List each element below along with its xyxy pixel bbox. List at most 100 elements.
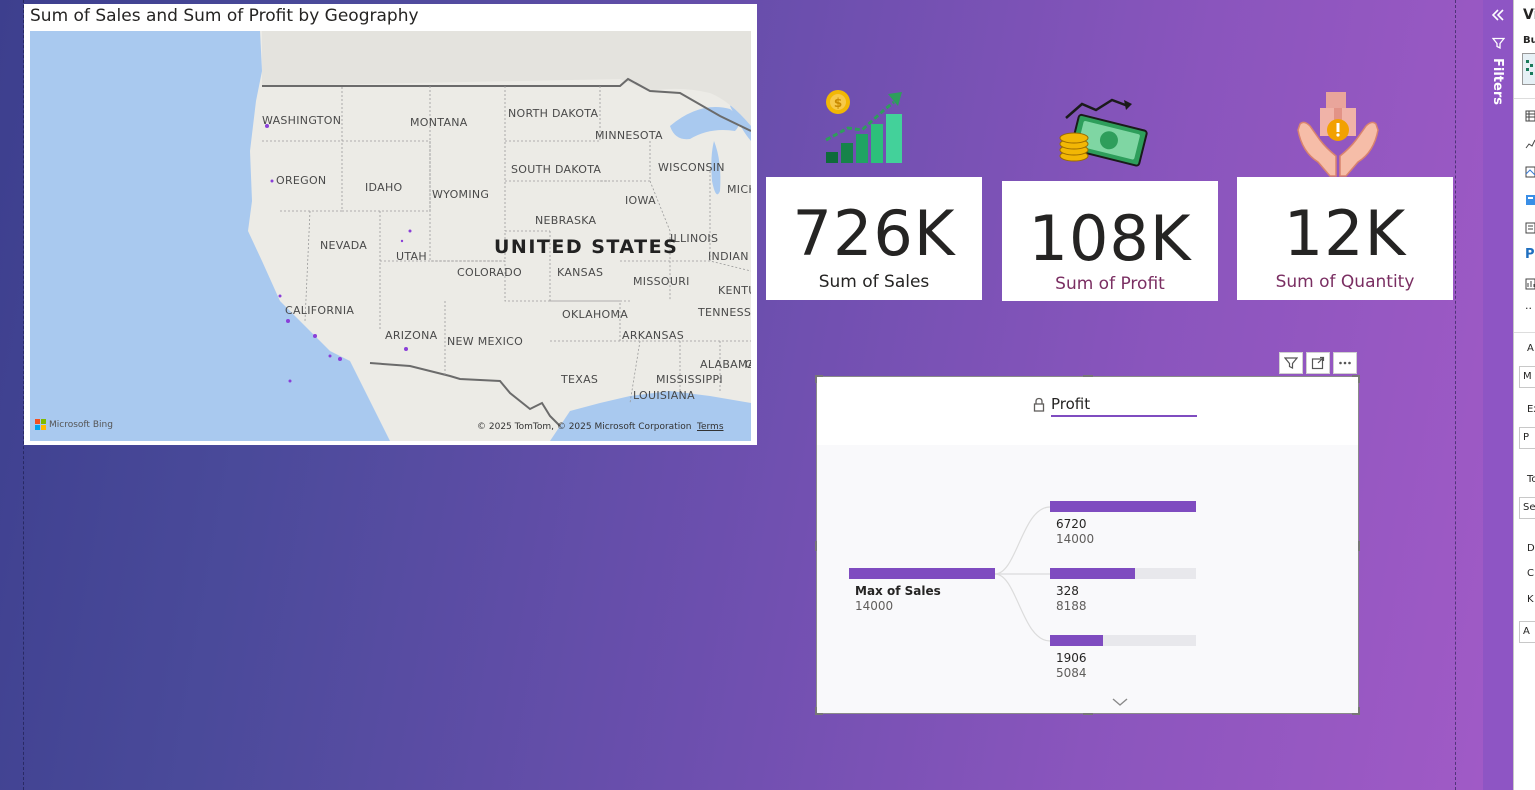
child-bar-1[interactable] — [1050, 501, 1196, 512]
map-visual-icon[interactable] — [1525, 166, 1535, 178]
filters-pane[interactable]: Filters — [1483, 0, 1513, 790]
child-node-1-sub: 14000 — [1056, 532, 1095, 546]
kpi-value-sales: 726K — [792, 197, 956, 270]
resize-handle-br-v[interactable] — [1358, 707, 1360, 715]
filters-pane-label[interactable]: Filters — [1490, 58, 1505, 105]
child-node-3-sub: 5084 — [1056, 666, 1087, 680]
map-state-label: NEBRASKA — [535, 214, 597, 227]
map-state-label: WYOMING — [432, 188, 490, 201]
map-terms-link[interactable]: Terms — [697, 422, 724, 432]
resize-handle-left[interactable] — [815, 541, 817, 551]
map-state-label: ARKANSAS — [622, 329, 685, 342]
viz-section-1: A — [1527, 343, 1534, 354]
decomposition-tree-visual-icon[interactable] — [1525, 194, 1535, 206]
kpi-card-quantity[interactable]: 12K Sum of Quantity — [1237, 177, 1453, 300]
filter-funnel-icon — [1492, 37, 1505, 50]
map-state-label: INDIAN — [708, 250, 749, 263]
collapse-double-chevron-icon[interactable] — [1491, 8, 1505, 22]
child-node-2-sub: 8188 — [1056, 599, 1087, 613]
child-bar-1-fill — [1050, 501, 1196, 512]
bing-logo: Microsoft Bing — [35, 419, 113, 430]
map-state-label: KANSAS — [557, 266, 604, 279]
map-title: Sum of Sales and Sum of Profit by Geogra… — [30, 6, 419, 26]
child-bar-3[interactable] — [1050, 635, 1196, 646]
map-state-label: UTAH — [396, 250, 427, 263]
root-node-value: 14000 — [855, 599, 894, 613]
map-state-label: OKLAHOMA — [562, 308, 629, 321]
more-options-button[interactable] — [1333, 352, 1357, 374]
kpi-label-quantity: Sum of Quantity — [1275, 272, 1415, 292]
map-state-label: WISCONSIN — [658, 161, 725, 174]
filter-icon — [1284, 357, 1298, 369]
map-state-label: MICH — [727, 183, 751, 196]
viz-section-6: K — [1527, 594, 1534, 605]
map-state-label: NEVADA — [320, 239, 368, 252]
more-visuals-icon[interactable]: ·· — [1525, 302, 1532, 315]
resize-handle-tl-v[interactable] — [815, 375, 817, 383]
kpi-value-profit: 108K — [1028, 202, 1192, 275]
viz-field-4[interactable]: A — [1519, 621, 1535, 643]
decomposition-tree-visual[interactable]: Profit Max of Sales 14000 6720 14000 328… — [815, 375, 1360, 715]
root-bar[interactable] — [849, 568, 995, 579]
focus-mode-icon — [1311, 356, 1325, 370]
resize-handle-right[interactable] — [1358, 541, 1360, 551]
map-state-label: TENNESSE — [698, 306, 751, 319]
ellipsis-icon — [1339, 361, 1351, 365]
map-state-label: ALABAMA — [700, 358, 751, 371]
line-chart-visual-icon[interactable] — [1525, 138, 1535, 150]
map-state-label: MONTANA — [410, 116, 468, 129]
map-visual[interactable]: Sum of Sales and Sum of Profit by Geogra… — [24, 4, 757, 445]
kpi-value-quantity: 12K — [1283, 197, 1407, 270]
hands-box-icon — [1297, 92, 1379, 177]
root-bar-fill — [849, 568, 995, 579]
resize-handle-top[interactable] — [1083, 375, 1093, 377]
map-state-label: COLORADO — [457, 266, 522, 279]
viz-section-5: C — [1527, 568, 1534, 579]
resize-handle-bl-v[interactable] — [815, 707, 817, 715]
map-state-label: MINNESOTA — [595, 129, 663, 142]
cash-coins-icon — [1059, 98, 1148, 167]
map-country-label: UNITED STATES — [494, 236, 679, 258]
viz-section-2: Ex — [1527, 404, 1535, 415]
viz-section-4: D — [1527, 543, 1535, 554]
child-bar-2-fill — [1050, 568, 1135, 579]
resize-handle-tr-v[interactable] — [1358, 375, 1360, 383]
map-state-label: MISSISSIPPI — [656, 373, 723, 386]
resize-handle-bottom[interactable] — [1083, 713, 1093, 715]
map-state-label: LOUISIANA — [633, 389, 695, 402]
child-bar-2[interactable] — [1050, 568, 1196, 579]
map-canvas[interactable]: WASHINGTON MONTANA NORTH DAKOTA MINNESOTA OR… — [30, 31, 751, 441]
root-node-name: Max of Sales — [855, 584, 941, 598]
viz-field-2[interactable]: P — [1519, 427, 1535, 449]
map-state-label: MISSOURI — [633, 275, 690, 288]
focus-mode-button[interactable] — [1306, 352, 1330, 374]
kpi-card-sales[interactable]: 726K Sum of Sales — [766, 177, 982, 300]
visual-header-toolbar — [1279, 352, 1357, 374]
table-visual-icon[interactable] — [1525, 110, 1535, 122]
map-state-label: G — [745, 358, 751, 371]
child-bar-3-fill — [1050, 635, 1103, 646]
child-node-3-value: 1906 — [1056, 651, 1087, 665]
kpi-card-profit[interactable]: 108K Sum of Profit — [1002, 181, 1218, 301]
map-state-label: WASHINGTON — [262, 114, 342, 127]
child-node-2-value: 328 — [1056, 584, 1079, 598]
visualizations-pane[interactable]: Vi Bu P ·· A M Ex P To Se D C K A — [1513, 0, 1535, 790]
map-state-label: OREGON — [276, 174, 327, 187]
build-visual-label: Bu — [1523, 35, 1535, 46]
map-provider: Microsoft Bing — [49, 419, 113, 430]
microsoft-logo-icon — [35, 419, 46, 430]
filter-button[interactable] — [1279, 352, 1303, 374]
r-visual-icon[interactable] — [1525, 278, 1535, 290]
viz-field-1[interactable]: M — [1519, 366, 1535, 388]
map-state-label: NORTH DAKOTA — [508, 107, 599, 120]
viz-field-3[interactable]: Se — [1519, 497, 1535, 519]
selected-visual-icon[interactable] — [1522, 53, 1535, 85]
map-state-label: TEXAS — [561, 373, 599, 386]
kpi-label-profit: Sum of Profit — [1055, 274, 1165, 294]
python-visual-icon[interactable]: P — [1525, 247, 1535, 262]
chevron-down-icon[interactable] — [1111, 697, 1129, 707]
map-state-label: IOWA — [625, 194, 656, 207]
map-state-label: KENTU — [718, 284, 751, 297]
child-node-1-value: 6720 — [1056, 517, 1087, 531]
card-visual-icon[interactable] — [1525, 222, 1535, 234]
